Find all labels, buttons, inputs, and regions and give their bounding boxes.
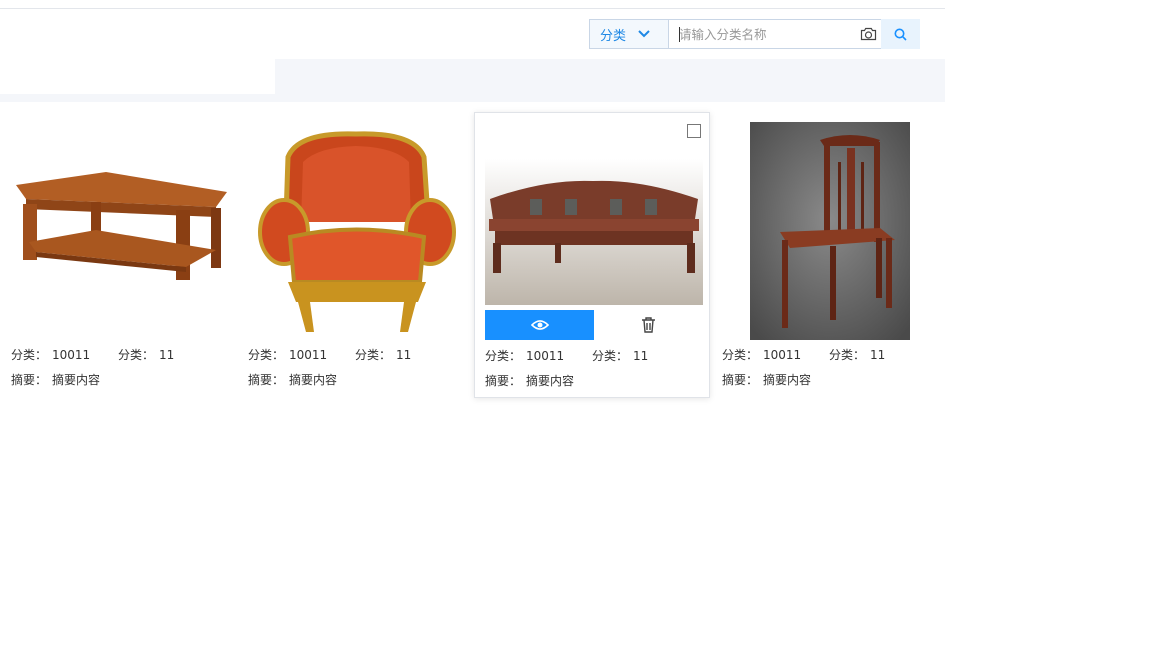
field-label: 分类： [118,348,155,362]
search-icon [894,28,907,41]
field-value: 11 [633,348,649,363]
view-button[interactable] [485,310,594,340]
field-label: 分类： [722,348,759,362]
product-image-chair [750,122,910,340]
field-label: 分类： [485,349,522,363]
summary-label: 摘要： [485,374,522,388]
field-value: 10011 [289,347,328,362]
field-label: 分类： [829,348,866,362]
search-button[interactable] [881,19,920,49]
field-value: 11 [870,347,886,362]
field-value: 10011 [52,347,91,362]
summary-value: 摘要内容 [52,373,101,387]
field-value: 10011 [526,348,565,363]
field-value: 11 [159,347,175,362]
filter-band-left [0,94,275,102]
category-select[interactable]: 分类 [589,19,668,49]
chevron-down-icon [638,30,650,38]
card-meta: 分类： 10011 分类： 11 摘要： 摘要内容 [11,342,233,392]
product-card-hovered[interactable]: 分类： 10011 分类： 11 摘要： 摘要内容 [474,112,710,398]
text-caret [679,27,680,42]
filter-band [275,59,945,102]
eye-icon [530,320,549,330]
delete-button[interactable] [594,310,703,340]
summary-value: 摘要内容 [763,373,812,387]
card-meta: 分类： 10011 分类： 11 摘要： 摘要内容 [485,343,707,393]
field-label: 分类： [592,349,629,363]
card-actions [485,310,703,340]
field-label: 分类： [355,348,392,362]
summary-value: 摘要内容 [289,373,338,387]
search-input[interactable] [669,20,861,48]
card-meta: 分类： 10011 分类： 11 摘要： 摘要内容 [722,342,944,392]
product-card[interactable]: 分类： 10011 分类： 11 摘要： 摘要内容 [712,112,948,398]
summary-label: 摘要： [248,373,285,387]
search-bar: 分类 [589,19,920,49]
field-label: 分类： [248,348,285,362]
product-card[interactable]: 分类： 10011 分类： 11 摘要： 摘要内容 [238,112,474,398]
summary-label: 摘要： [722,373,759,387]
select-checkbox[interactable] [687,124,701,138]
top-divider [0,8,945,9]
field-value: 11 [396,347,412,362]
field-value: 10011 [763,347,802,362]
product-card[interactable]: 分类： 10011 分类： 11 摘要： 摘要内容 [1,112,237,398]
summary-label: 摘要： [11,373,48,387]
product-image-coffee-table [11,122,229,340]
card-meta: 分类： 10011 分类： 11 摘要： 摘要内容 [248,342,470,392]
main-area: 分类 请输入分类名称 分类： 10011 分类： 11 摘要： 摘要内容 分类：… [0,0,945,648]
product-image-bench [485,159,703,305]
category-select-label: 分类 [600,28,627,44]
search-field [668,19,881,49]
product-image-armchair [248,122,466,340]
summary-value: 摘要内容 [526,374,575,388]
camera-icon[interactable] [860,26,877,45]
trash-icon [642,317,655,333]
field-label: 分类： [11,348,48,362]
